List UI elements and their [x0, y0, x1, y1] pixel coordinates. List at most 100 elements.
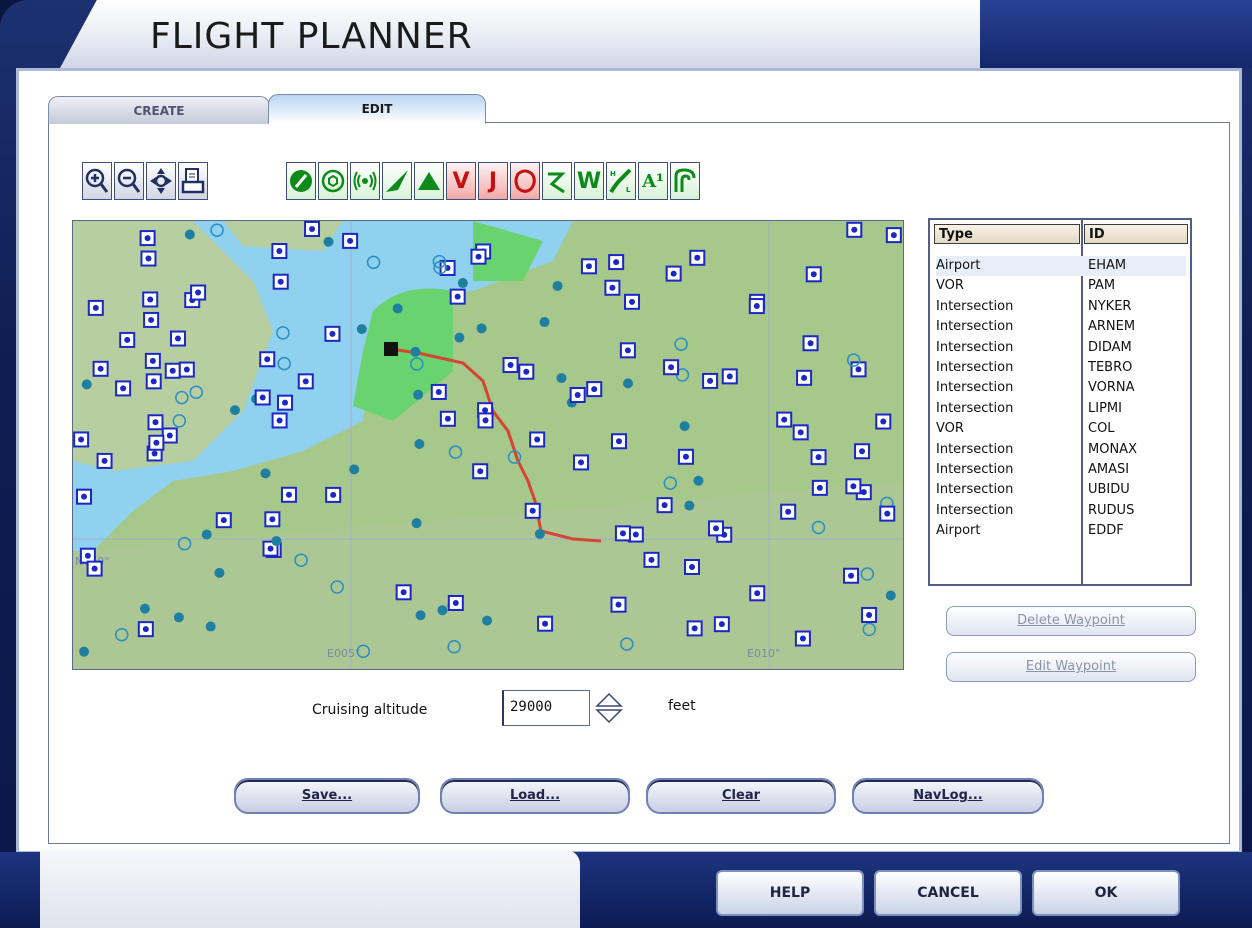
waypoint-row[interactable]: Intersection DIDAM [936, 338, 1186, 358]
weather-icon: W [576, 168, 602, 194]
airport-marker-dot [174, 335, 181, 342]
ndb-filter-icon [353, 171, 377, 191]
waypoint-type: Intersection [936, 339, 1014, 355]
cruising-altitude-label: Cruising altitude [312, 702, 428, 718]
airport-marker-dot [454, 293, 461, 300]
load-button[interactable]: Load... [440, 778, 630, 814]
ndb-marker [229, 405, 240, 416]
airport-marker-dot [801, 374, 808, 381]
airport-marker-dot [810, 271, 817, 278]
waypoint-id: LIPMI [1088, 400, 1122, 416]
cancel-button[interactable]: CANCEL [874, 870, 1022, 916]
airport-marker-dot [707, 377, 714, 384]
waypoint-row[interactable]: Intersection MONAX [936, 440, 1186, 460]
ndb-marker [349, 464, 360, 475]
waypoint-row[interactable]: VOR COL [936, 419, 1186, 439]
airspace-filter-button[interactable] [510, 162, 540, 200]
label-icon: A¹ [642, 170, 664, 192]
waypoint-type: Intersection [936, 462, 1014, 477]
waypoint-id: NYKER [1088, 298, 1132, 314]
waypoint-type: Airport [936, 258, 981, 273]
weather-filter-button[interactable]: W [574, 162, 604, 200]
pressure-filter-button[interactable]: HL [606, 162, 636, 200]
ndb-marker [457, 278, 468, 289]
airport-marker-dot [152, 419, 159, 426]
airport-filter-button[interactable] [286, 162, 316, 200]
waypoint-row[interactable]: VOR PAM [936, 276, 1186, 296]
airport-marker-dot [285, 491, 292, 498]
waypoint-row[interactable]: Airport EHAM [936, 256, 1186, 276]
airport-marker-dot [585, 263, 592, 270]
ok-button[interactable]: OK [1032, 870, 1180, 916]
flight-path-filter-button[interactable] [382, 162, 412, 200]
airport-marker-dot [183, 366, 190, 373]
ndb-marker [260, 468, 271, 479]
footer-info-panel [40, 850, 580, 928]
airport-marker-dot [195, 289, 202, 296]
jet-airways-button[interactable]: J [478, 162, 508, 200]
tab-edit[interactable]: EDIT [268, 94, 486, 124]
tab-create[interactable]: CREATE [48, 96, 270, 124]
airport-marker-dot [145, 255, 152, 262]
route-filter-button[interactable] [542, 162, 572, 200]
triangle-filter-button[interactable] [414, 162, 444, 200]
waypoint-row[interactable]: Intersection RUDUS [936, 501, 1186, 521]
airport-marker-dot [797, 429, 804, 436]
map-view[interactable]: N050° E005° E010° [72, 220, 904, 670]
pan-button[interactable] [146, 162, 176, 200]
waypoint-id: AMASI [1088, 462, 1130, 477]
airport-marker-dot [890, 232, 897, 239]
waypoint-row[interactable]: Intersection AMASI [936, 460, 1186, 480]
airport-marker-dot [477, 468, 484, 475]
victor-airways-button[interactable]: V [446, 162, 476, 200]
airspace-icon [514, 169, 536, 193]
clear-button[interactable]: Clear [646, 778, 836, 814]
vor-filter-button[interactable] [318, 162, 348, 200]
airport-marker-dot [689, 564, 696, 571]
ndb-marker [885, 590, 896, 601]
edit-waypoint-button[interactable]: Edit Waypoint [946, 652, 1196, 682]
waypoint-id: TEBRO [1088, 360, 1133, 375]
waypoint-row[interactable]: Intersection NYKER [936, 297, 1186, 317]
pressure-icon: HL [609, 168, 632, 194]
print-button[interactable] [178, 162, 208, 200]
ndb-filter-button[interactable] [350, 162, 380, 200]
airport-marker-dot [277, 278, 284, 285]
waypoint-row[interactable]: Intersection LIPMI [936, 399, 1186, 419]
help-button[interactable]: HELP [716, 870, 864, 916]
airport-marker-dot [149, 357, 156, 364]
zoom-out-button[interactable] [114, 162, 144, 200]
label-filter-button[interactable]: A¹ [638, 162, 668, 200]
load-label: Load... [509, 788, 561, 803]
airport-marker-dot [452, 599, 459, 606]
zoom-in-button[interactable] [82, 162, 112, 200]
airport-marker-dot [92, 304, 99, 311]
waypoint-row[interactable]: Intersection ARNEM [936, 317, 1186, 337]
column-header-id[interactable]: ID [1084, 224, 1188, 244]
jet-airways-icon: J [488, 168, 498, 194]
column-header-type[interactable]: Type [934, 224, 1080, 244]
airport-marker-dot [855, 366, 862, 373]
waypoint-row[interactable]: Intersection TEBRO [936, 358, 1186, 378]
airport-marker-dot [542, 620, 549, 627]
waypoint-id: UBIDU [1088, 482, 1130, 498]
airport-marker-dot [276, 248, 283, 255]
waypoint-row[interactable]: Intersection UBIDU [936, 480, 1186, 500]
altitude-stepper[interactable] [594, 690, 624, 726]
waypoint-list[interactable]: Type ID Airport EHAM VOR PAM Intersection NYK… [928, 218, 1192, 586]
waypoint-row[interactable]: Intersection VORNA [936, 378, 1186, 398]
cruising-altitude-input[interactable]: 29000 [502, 690, 590, 726]
airport-marker-dot [124, 336, 131, 343]
delete-waypoint-button[interactable]: Delete Waypoint [946, 606, 1196, 636]
save-button[interactable]: Save... [234, 778, 420, 814]
waypoint-id: VORNA [1088, 380, 1135, 396]
ndb-marker [622, 378, 633, 389]
airport-marker-dot [259, 394, 266, 401]
airport-marker-dot [624, 347, 631, 354]
airport-marker-dot [330, 491, 337, 498]
waypoint-row[interactable]: Airport EDDF [936, 521, 1186, 541]
wind-filter-button[interactable] [670, 162, 700, 200]
departure-marker [384, 342, 398, 356]
navlog-button[interactable]: NavLog... [852, 778, 1044, 814]
zoom-in-icon [85, 168, 109, 193]
